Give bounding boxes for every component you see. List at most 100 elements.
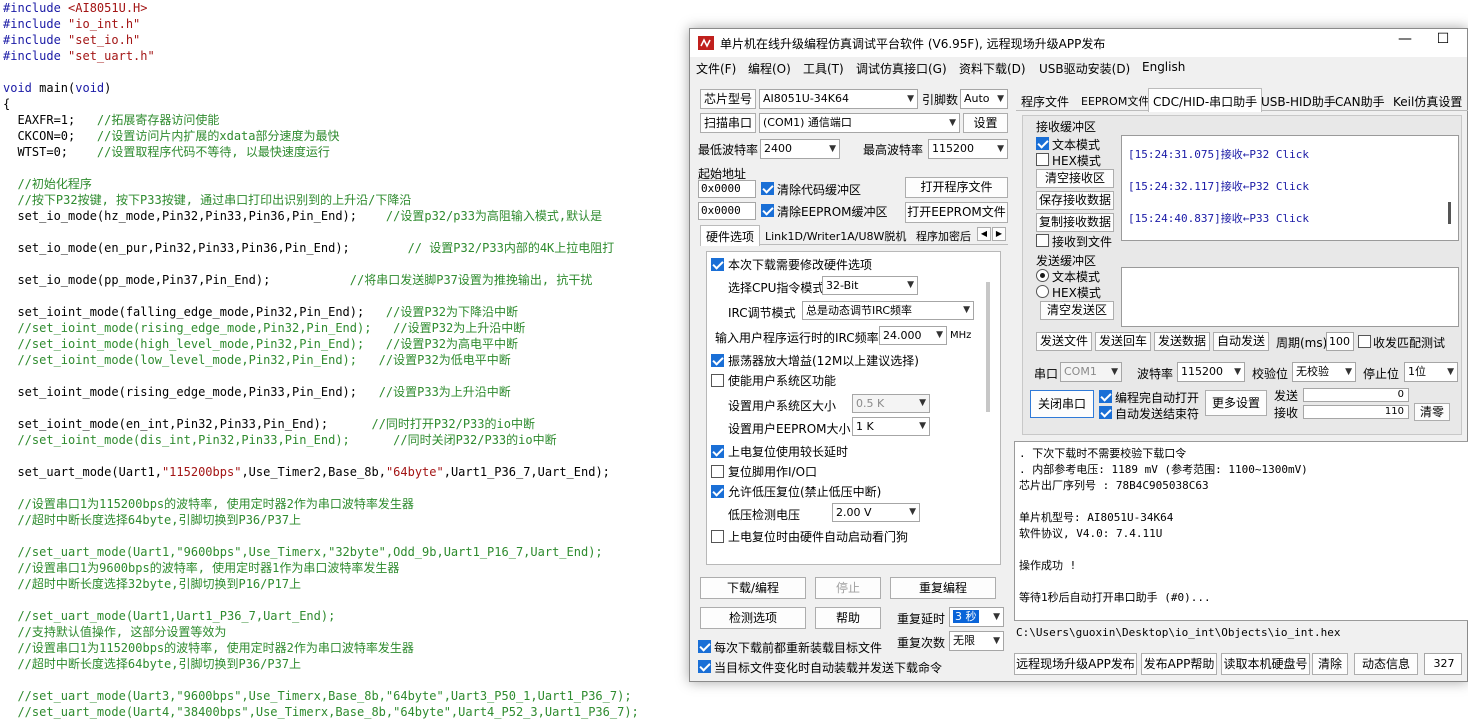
long-reset-delay-checkbox[interactable] xyxy=(711,445,724,458)
send-hex-mode-radio[interactable] xyxy=(1036,285,1049,298)
tab-serial-assistant[interactable]: CDC/HID-串口助手 xyxy=(1148,88,1263,112)
read-disk-id-button[interactable]: 读取本机硬盘号 xyxy=(1221,653,1310,675)
download-program-button[interactable]: 下载/编程 xyxy=(700,577,806,599)
receive-to-file-checkbox[interactable] xyxy=(1036,234,1049,247)
low-voltage-select[interactable]: 2.00 V ▼ xyxy=(832,503,920,522)
menu-debug-interface[interactable]: 调试仿真接口(G) xyxy=(856,60,947,77)
clear-eeprom-checkbox[interactable] xyxy=(761,204,774,217)
modify-hw-checkbox[interactable] xyxy=(711,258,724,271)
receive-log-scrollbar[interactable] xyxy=(1448,202,1451,224)
stop-button[interactable]: 停止 xyxy=(815,577,881,599)
repeat-program-button[interactable]: 重复编程 xyxy=(890,577,996,599)
chevron-down-icon: ▼ xyxy=(936,330,943,340)
period-input[interactable]: 100 xyxy=(1326,332,1354,351)
output-line: . 下次下载时不需要校验下载口令 xyxy=(1019,447,1187,460)
repeat-delay-select[interactable]: 3 秒 ▼ xyxy=(949,607,1004,627)
detect-options-button[interactable]: 检测选项 xyxy=(700,607,806,629)
tab-scroll-left-icon[interactable]: ◀ xyxy=(977,227,991,241)
reload-target-checkbox[interactable] xyxy=(698,640,711,653)
send-file-button[interactable]: 发送文件 xyxy=(1036,332,1092,351)
menu-english[interactable]: English xyxy=(1142,60,1185,74)
chip-model-select[interactable]: AI8051U-34K64 ▼ xyxy=(759,89,918,109)
more-settings-button[interactable]: 更多设置 xyxy=(1205,390,1267,416)
baudrate-select[interactable]: 115200 ▼ xyxy=(1177,362,1245,382)
dynamic-info-button[interactable]: 动态信息 xyxy=(1354,653,1418,675)
clear-code-checkbox[interactable] xyxy=(761,182,774,195)
menu-downloads[interactable]: 资料下载(D) xyxy=(959,60,1026,77)
send-input-pane[interactable] xyxy=(1121,267,1459,327)
clear-send-button[interactable]: 清空发送区 xyxy=(1040,301,1114,320)
close-port-button[interactable]: 关闭串口 xyxy=(1030,390,1094,418)
stopbit-value: 1位 xyxy=(1408,365,1426,378)
recv-text-mode-checkbox[interactable] xyxy=(1036,137,1049,150)
tab-hardware-options[interactable]: 硬件选项 xyxy=(700,225,760,246)
watchdog-checkbox[interactable] xyxy=(711,530,724,543)
chip-model-button[interactable]: 芯片型号 xyxy=(700,89,756,109)
options-scrollbar[interactable] xyxy=(986,282,990,412)
scan-port-button[interactable]: 扫描串口 xyxy=(700,113,756,133)
auto-send-button[interactable]: 自动发送 xyxy=(1213,332,1269,351)
clear-receive-button[interactable]: 清空接收区 xyxy=(1036,169,1114,188)
menu-file[interactable]: 文件(F) xyxy=(696,60,736,77)
port-settings-button[interactable]: 设置 xyxy=(963,113,1008,133)
pin-count-select[interactable]: Auto ▼ xyxy=(960,89,1008,109)
irc-frequency-select[interactable]: 24.000 ▼ xyxy=(879,326,947,345)
user-system-size-select[interactable]: 0.5 K ▼ xyxy=(852,394,930,413)
tab-usb-hid[interactable]: USB-HID助手 xyxy=(1261,93,1336,110)
com-port-select[interactable]: (COM1) 通信端口 ▼ xyxy=(759,113,960,133)
repeat-count-select[interactable]: 无限 ▼ xyxy=(949,631,1004,651)
tab-scroll-right-icon[interactable]: ▶ xyxy=(992,227,1006,241)
minimize-button[interactable]: — xyxy=(1390,31,1420,53)
tab-program-file[interactable]: 程序文件 xyxy=(1021,93,1069,110)
clear-count-button[interactable]: 清零 xyxy=(1414,403,1450,421)
irc-mode-select[interactable]: 总是动态调节IRC频率 ▼ xyxy=(802,301,974,320)
tab-program-encrypt[interactable]: 程序加密后 xyxy=(916,228,971,244)
help-button[interactable]: 帮助 xyxy=(815,607,881,629)
code-token: //设置串口1为115200bps的波特率, 使用定时器2作为串口波特率发生器 xyxy=(3,497,414,511)
user-system-area-checkbox[interactable] xyxy=(711,374,724,387)
tab-eeprom-file[interactable]: EEPROM文件 xyxy=(1081,93,1149,109)
menu-usb-driver[interactable]: USB驱动安装(D) xyxy=(1039,60,1130,77)
menu-tools[interactable]: 工具(T) xyxy=(803,60,844,77)
cpu-mode-select[interactable]: 32-Bit ▼ xyxy=(822,276,918,295)
match-test-checkbox[interactable] xyxy=(1358,335,1371,348)
code-address-input[interactable]: 0x0000 xyxy=(698,180,756,198)
tab-offline-writer[interactable]: Link1D/Writer1A/U8W脱机 xyxy=(765,228,906,244)
open-eeprom-file-button[interactable]: 打开EEPROM文件 xyxy=(905,202,1008,223)
send-data-button[interactable]: 发送数据 xyxy=(1154,332,1210,351)
clear-output-button[interactable]: 清除 xyxy=(1312,653,1348,675)
menu-program[interactable]: 编程(O) xyxy=(748,60,791,77)
send-text-mode-radio[interactable] xyxy=(1036,269,1049,282)
recv-hex-mode-checkbox[interactable] xyxy=(1036,153,1049,166)
receive-log-pane[interactable]: [15:24:31.075]接收←P32 Click [15:24:32.117… xyxy=(1121,135,1459,241)
parity-select[interactable]: 无校验 ▼ xyxy=(1292,362,1356,382)
copy-receive-button[interactable]: 复制接收数据 xyxy=(1036,213,1114,232)
low-voltage-reset-checkbox[interactable] xyxy=(711,485,724,498)
osc-gain-checkbox[interactable] xyxy=(711,354,724,367)
low-voltage-detect-label: 低压检测电压 xyxy=(728,508,801,522)
max-baud-select[interactable]: 115200 ▼ xyxy=(928,139,1008,159)
remote-upgrade-button[interactable]: 远程现场升级APP发布 xyxy=(1014,653,1137,675)
title-bar[interactable]: 单片机在线升级编程仿真调试平台软件 (V6.95F), 远程现场升级APP发布 … xyxy=(690,29,1467,57)
reset-pin-io-checkbox[interactable] xyxy=(711,465,724,478)
auto-send-end-checkbox[interactable] xyxy=(1099,406,1112,419)
tab-keil-settings[interactable]: Keil仿真设置 xyxy=(1393,93,1462,110)
eeprom-address-input[interactable]: 0x0000 xyxy=(698,202,756,220)
stopbit-select[interactable]: 1位 ▼ xyxy=(1404,362,1458,382)
maximize-button[interactable]: ☐ xyxy=(1428,31,1458,53)
chevron-down-icon: ▼ xyxy=(997,144,1004,154)
open-program-file-button[interactable]: 打开程序文件 xyxy=(905,177,1008,198)
auto-open-checkbox[interactable] xyxy=(1099,390,1112,403)
tab-can-assistant[interactable]: CAN助手 xyxy=(1335,93,1385,110)
auto-load-checkbox[interactable] xyxy=(698,660,711,673)
save-receive-button[interactable]: 保存接收数据 xyxy=(1036,191,1114,210)
receive-count-value: 110 xyxy=(1303,405,1409,419)
code-line: //set_uart_mode(Uart3,"9600bps",Use_Time… xyxy=(0,688,1468,704)
publish-help-button[interactable]: 发布APP帮助 xyxy=(1141,653,1217,675)
output-log-pane[interactable]: . 下次下载时不需要校验下载口令 . 内部参考电压: 1189 mV (参考范围… xyxy=(1014,441,1468,621)
user-system-size-label: 设置用户系统区大小 xyxy=(728,399,837,413)
min-baud-select[interactable]: 2400 ▼ xyxy=(760,139,840,159)
serial-port-select[interactable]: COM1 ▼ xyxy=(1060,362,1122,382)
send-return-button[interactable]: 发送回车 xyxy=(1095,332,1151,351)
eeprom-size-select[interactable]: 1 K ▼ xyxy=(852,417,930,436)
